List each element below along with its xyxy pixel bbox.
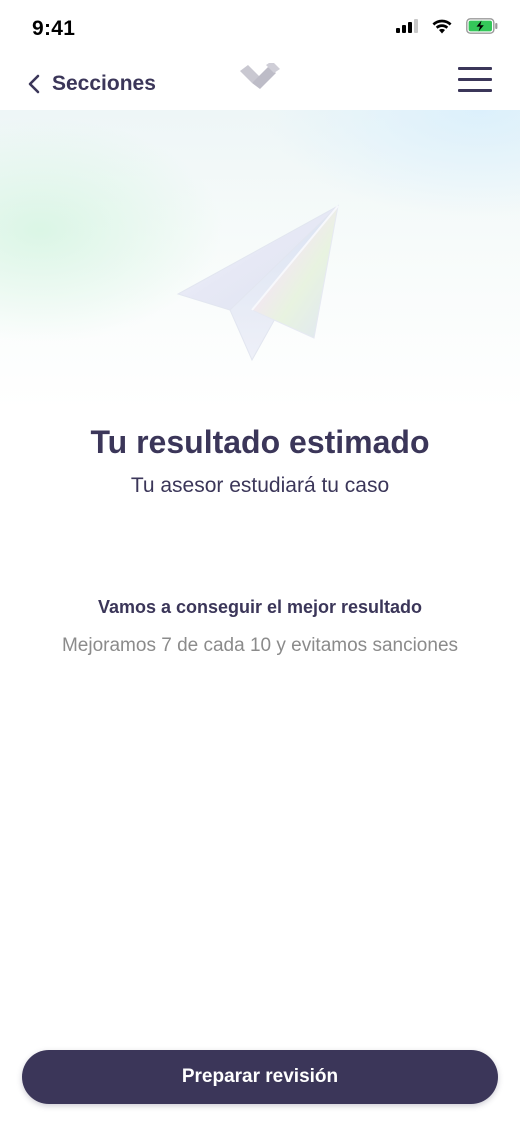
chevron-left-icon	[28, 74, 40, 94]
back-label: Secciones	[52, 72, 156, 95]
status-time: 9:41	[32, 17, 76, 40]
info-text: Mejoramos 7 de cada 10 y evitamos sancio…	[61, 635, 459, 656]
page-subtitle: Tu asesor estudiará tu caso	[130, 474, 390, 497]
status-icons	[396, 18, 498, 34]
hamburger-menu-icon[interactable]	[458, 65, 496, 95]
page-title: Tu resultado estimado	[90, 424, 430, 460]
paper-plane-icon	[176, 204, 339, 362]
cellular-signal-icon	[396, 19, 418, 33]
nav-bar: Secciones	[0, 56, 520, 110]
info-heading: Vamos a conseguir el mejor resultado	[97, 597, 423, 617]
app-logo-icon	[238, 61, 282, 98]
prepare-review-button[interactable]: Preparar revisión	[22, 1050, 498, 1104]
back-button[interactable]: Secciones	[28, 64, 156, 104]
wifi-icon	[432, 19, 452, 33]
status-bar: 9:41	[0, 0, 520, 56]
hero-banner	[0, 110, 520, 410]
battery-charging-icon	[466, 18, 498, 34]
